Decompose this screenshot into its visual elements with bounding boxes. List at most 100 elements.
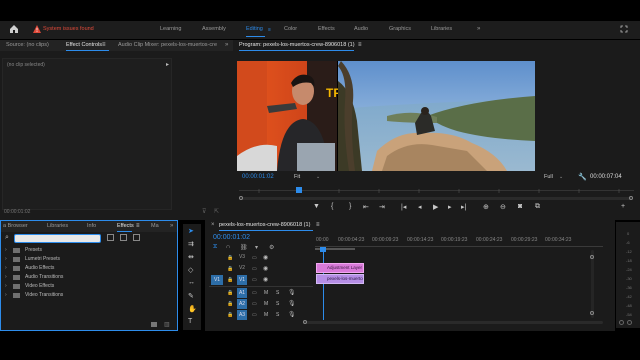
tab-effects-panel[interactable]: Effects [117, 223, 134, 230]
tab-info[interactable]: Info [87, 223, 96, 230]
step-forward-icon[interactable]: ▸| [461, 203, 466, 211]
lock-icon[interactable]: 🔒 [227, 301, 233, 307]
nest-icon[interactable]: ⧖ [213, 244, 217, 251]
effect-controls-menu-icon[interactable]: ≡ [102, 42, 106, 48]
solo-icon[interactable]: S [276, 301, 279, 307]
sync-lock-icon[interactable]: ▭ [252, 290, 257, 296]
eye-icon[interactable]: ◉ [263, 265, 268, 272]
solo-icon[interactable]: S [276, 312, 279, 318]
step-back-icon[interactable]: |◂ [401, 203, 406, 211]
snap-icon[interactable]: ∩ [226, 244, 230, 250]
type-tool-icon[interactable]: T [188, 318, 192, 325]
sequence-tab[interactable]: pexels-los-muertos-crew-8906018 (1) [219, 222, 310, 229]
add-button-icon[interactable]: + [621, 203, 625, 210]
program-monitor-title[interactable]: Program: pexels-los-muertos-crew-8906018… [239, 42, 355, 49]
tab-effect-controls[interactable]: Effect Controls [66, 42, 102, 49]
expand-icon[interactable] [620, 25, 628, 35]
lock-icon[interactable]: 🔒 [227, 277, 233, 283]
tab-libraries[interactable]: Libraries [431, 26, 452, 33]
sync-lock-icon[interactable]: ▭ [252, 255, 257, 261]
add-marker-timeline-icon[interactable]: ▾ [255, 244, 258, 251]
camera-icon[interactable]: ◙ [518, 203, 522, 210]
timeline-settings-icon[interactable]: ⚙ [269, 244, 274, 251]
lift-icon[interactable]: ⊕ [483, 203, 489, 211]
effects-search-input[interactable] [14, 234, 101, 243]
yuv-effects-icon[interactable] [133, 234, 140, 241]
workspaces-overflow-icon[interactable]: » [477, 26, 480, 32]
panel-overflow-icon[interactable]: » [225, 42, 228, 48]
editing-menu-icon[interactable]: ≡ [268, 27, 271, 33]
lock-icon[interactable]: 🔒 [227, 312, 233, 318]
export-icon[interactable]: ⇱ [214, 208, 219, 215]
program-menu-icon[interactable]: ≡ [358, 42, 362, 48]
tree-item-audio-transitions[interactable]: › Audio Transitions [3, 273, 173, 282]
timeline-clip-video[interactable]: pexels-los-muerto [316, 274, 364, 284]
expand-arrow-icon[interactable]: ▸ [166, 61, 169, 68]
linked-selection-icon[interactable]: ⛓ [240, 244, 248, 251]
source-patch-v1[interactable]: V1 [211, 275, 223, 285]
play-icon[interactable]: ▶ [433, 203, 438, 211]
tab-learning[interactable]: Learning [160, 26, 181, 33]
delete-icon[interactable]: ▥ [164, 321, 170, 328]
track-label[interactable]: V1 [237, 275, 247, 285]
scrub-playhead[interactable] [296, 187, 302, 193]
mark-in-icon[interactable]: { [331, 203, 333, 210]
solo-right-button[interactable] [627, 320, 632, 325]
new-bin-icon[interactable] [151, 322, 157, 327]
pen-tool-icon[interactable]: ✎ [188, 292, 194, 300]
quality-chevron-down-icon[interactable]: ⌄ [559, 174, 563, 180]
razor-tool-icon[interactable]: ◇ [188, 266, 193, 274]
solo-icon[interactable]: S [276, 290, 279, 296]
sync-lock-icon[interactable]: ▭ [252, 266, 257, 272]
scroll-handle-right[interactable] [629, 196, 633, 200]
video-frame[interactable]: TF [237, 61, 535, 171]
vscroll-handle-bottom[interactable] [590, 311, 594, 315]
sync-lock-icon[interactable]: ▭ [252, 301, 257, 307]
fit-dropdown[interactable]: Fit [294, 174, 300, 181]
tab-editing[interactable]: Editing [246, 26, 263, 33]
mark-out-icon[interactable]: } [349, 203, 351, 210]
track-label[interactable]: A3 [237, 310, 247, 320]
program-timecode[interactable]: 00:00:01:02 [242, 174, 274, 180]
timeline-clip-adjustment-layer[interactable]: Adjustment Layer [316, 263, 364, 273]
sync-lock-icon[interactable]: ▭ [252, 277, 257, 283]
quality-dropdown[interactable]: Full [544, 174, 553, 181]
lock-icon[interactable]: 🔒 [227, 290, 233, 296]
next-frame-icon[interactable]: ▸ [448, 203, 452, 211]
extract-icon[interactable]: ⊖ [500, 203, 506, 211]
timeline-vscroll[interactable] [591, 250, 594, 318]
home-icon[interactable] [9, 24, 19, 36]
mute-icon[interactable]: M [264, 290, 268, 296]
tab-libraries-panel[interactable]: Libraries [47, 223, 68, 230]
microphone-icon[interactable]: 🎙 [288, 311, 296, 318]
tab-color[interactable]: Color [284, 26, 297, 33]
tab-graphics[interactable]: Graphics [389, 26, 411, 33]
close-sequence-icon[interactable]: × [211, 222, 215, 228]
tab-effects[interactable]: Effects [318, 26, 335, 33]
timeline-hscroll[interactable] [303, 321, 603, 324]
sync-lock-icon[interactable]: ▭ [252, 312, 257, 318]
track-label[interactable]: V3 [237, 255, 247, 260]
sequence-menu-icon[interactable]: ≡ [316, 222, 320, 228]
timeline-ruler[interactable]: 00:00 00:00:04:23 00:00:09:23 00:00:14:2… [315, 238, 603, 250]
mute-icon[interactable]: M [264, 312, 268, 318]
go-to-out-icon[interactable]: ⇥ [379, 203, 385, 211]
vscroll-handle-top[interactable] [590, 255, 594, 259]
filter-icon[interactable]: ⊽ [202, 208, 206, 215]
tree-item-lumetri-presets[interactable]: › Lumetri Presets [3, 255, 173, 264]
go-to-in-icon[interactable]: ⇤ [363, 203, 369, 211]
slip-tool-icon[interactable]: ↔ [188, 279, 195, 286]
tab-assembly[interactable]: Assembly [202, 26, 226, 33]
tree-item-video-transitions[interactable]: › Video Transitions [3, 291, 173, 300]
tree-item-presets[interactable]: › Presets [3, 246, 173, 255]
hscroll-handle-left[interactable] [303, 320, 307, 324]
lock-icon[interactable]: 🔒 [227, 255, 233, 261]
tree-item-audio-effects[interactable]: › Audio Effects [3, 264, 173, 273]
microphone-icon[interactable]: 🎙 [288, 300, 296, 307]
track-label[interactable]: A1 [237, 288, 247, 298]
mute-icon[interactable]: M [264, 301, 268, 307]
previous-frame-icon[interactable]: ◂ [418, 203, 422, 211]
eye-icon[interactable]: ◉ [263, 254, 268, 261]
track-select-tool-icon[interactable]: ⇉ [188, 240, 194, 248]
compare-icon[interactable]: ⧉ [535, 203, 540, 211]
